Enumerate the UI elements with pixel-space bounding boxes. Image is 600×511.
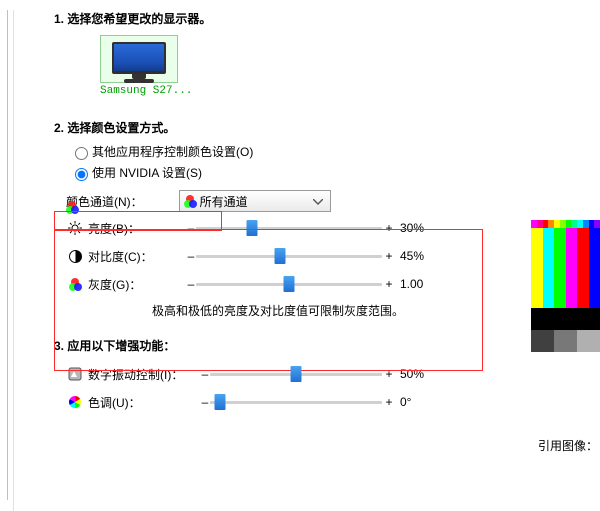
brightness-minus: – — [186, 221, 196, 235]
section1-title: 1. 选择您希望更改的显示器。 — [54, 10, 600, 27]
monitor-icon — [112, 42, 166, 80]
hue-value: 0° — [396, 395, 444, 409]
hue-icon — [66, 394, 84, 410]
hue-label: 色调(U)： — [88, 394, 200, 411]
gamma-slider[interactable] — [196, 276, 382, 292]
monitor-label: Samsung S27... — [100, 85, 178, 97]
gamma-minus: – — [186, 277, 196, 291]
radio-nvidia[interactable]: 使用 NVIDIA 设置(S) — [66, 163, 600, 182]
vibrance-icon — [66, 366, 84, 382]
channel-dropdown[interactable]: 所有通道 — [179, 190, 331, 212]
preview-label: 引用图像： — [538, 437, 598, 454]
chevron-down-icon — [310, 194, 326, 208]
vibrance-plus: + — [382, 367, 396, 381]
vibrance-slider[interactable] — [210, 366, 382, 382]
vibrance-value: 50% — [396, 367, 444, 381]
contrast-plus: + — [382, 249, 396, 263]
contrast-label: 对比度(C)： — [88, 248, 186, 265]
contrast-minus: – — [186, 249, 196, 263]
gamma-plus: + — [382, 277, 396, 291]
brightness-icon — [66, 220, 84, 236]
gamma-icon — [66, 276, 84, 292]
channel-dd-icon — [184, 195, 196, 207]
vibrance-minus: – — [200, 367, 210, 381]
radio-other-label: 其他应用程序控制颜色设置(O) — [92, 143, 253, 160]
contrast-value: 45% — [396, 249, 444, 263]
gamma-label: 灰度(G)： — [88, 276, 186, 293]
brightness-plus: + — [382, 221, 396, 235]
gamma-note: 极高和极低的亮度及对比度值可限制灰度范围。 — [152, 302, 478, 319]
brightness-label: 亮度(B)： — [88, 220, 186, 237]
hue-plus: + — [382, 395, 396, 409]
radio-other-input[interactable] — [75, 147, 88, 160]
radio-nvidia-label: 使用 NVIDIA 设置(S) — [92, 164, 202, 181]
section3-title: 3. 应用以下增强功能： — [54, 337, 600, 354]
hue-minus: – — [200, 395, 210, 409]
brightness-value: 30% — [396, 221, 444, 235]
gamma-value: 1.00 — [396, 277, 444, 291]
contrast-icon — [66, 248, 84, 264]
display-selector[interactable]: Samsung S27... — [100, 35, 178, 97]
radio-nvidia-input[interactable] — [75, 168, 88, 181]
preview-panel — [531, 220, 600, 352]
hue-slider[interactable] — [210, 394, 382, 410]
brightness-slider[interactable] — [196, 220, 382, 236]
vibrance-label: 数字振动控制(I)： — [88, 366, 200, 383]
channel-dd-value: 所有通道 — [200, 193, 248, 210]
radio-other-app[interactable]: 其他应用程序控制颜色设置(O) — [66, 142, 600, 161]
contrast-slider[interactable] — [196, 248, 382, 264]
section2-title: 2. 选择颜色设置方式。 — [54, 119, 600, 136]
